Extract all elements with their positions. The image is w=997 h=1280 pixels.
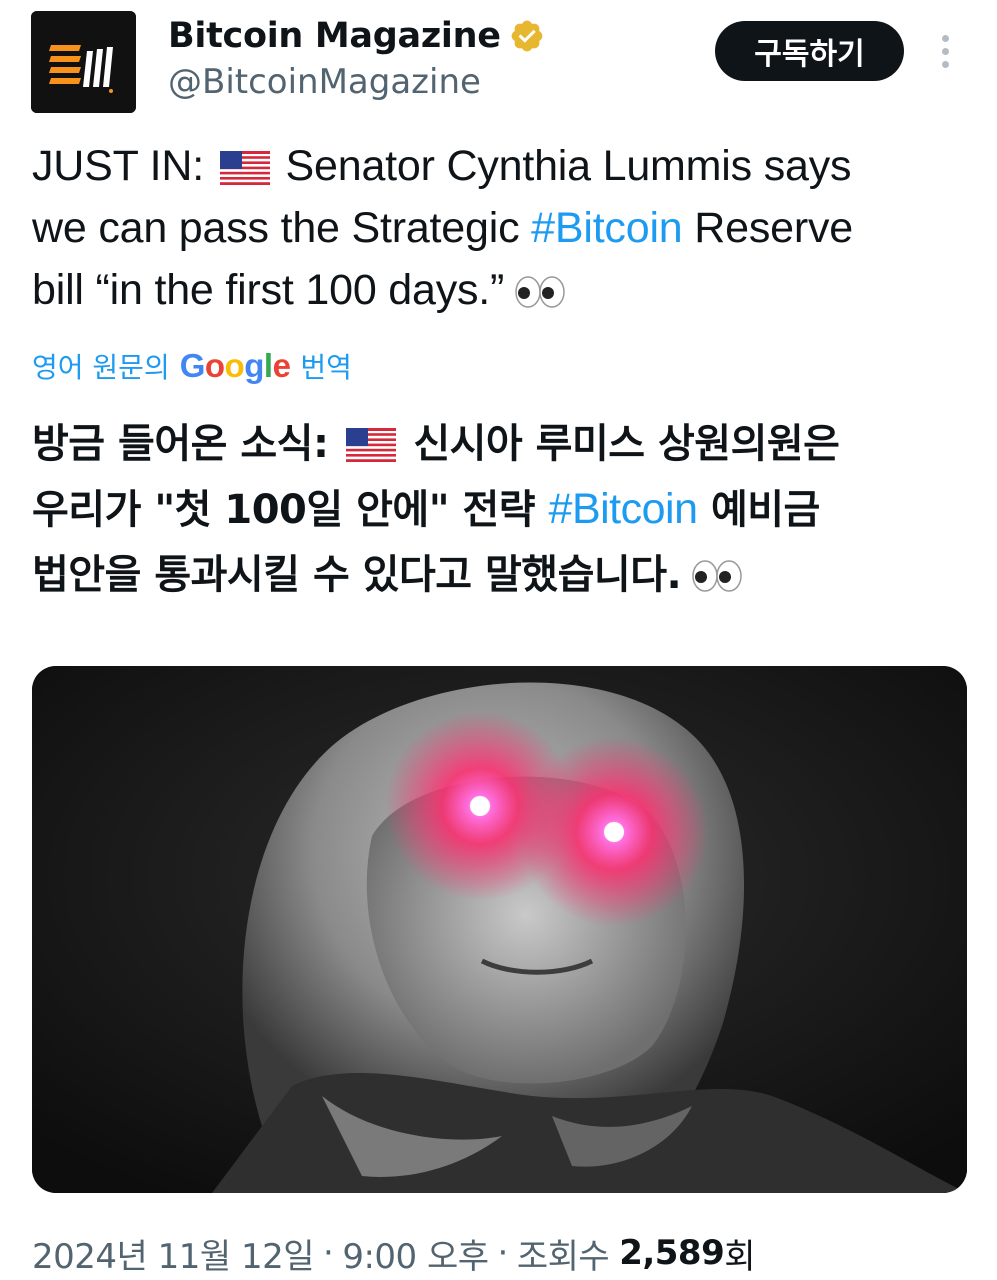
- tweet-line-2-suffix: Reserve: [694, 204, 853, 252]
- translate-suffix: 번역: [300, 351, 352, 384]
- google-logo: Google: [179, 347, 291, 384]
- tweet-text: JUST IN: Senator Cynthia Lummis says we …: [32, 135, 977, 321]
- views-count[interactable]: 2,589: [619, 1233, 725, 1273]
- translation-line-3-text: 법안을 통과시킬 수 있다고 말했습니다.: [32, 552, 682, 598]
- bitcoin-magazine-logo-icon: [31, 11, 136, 113]
- tweet-line-3-text: bill “in the first 100 days.”: [32, 266, 505, 314]
- translated-text: 방금 들어온 소식: 신시아 루미스 상원의원은 우리가 "첫 100일 안에"…: [32, 412, 977, 608]
- verified-badge-icon: [511, 20, 543, 52]
- tweet-line-2: we can pass the Strategic #Bitcoin Reser…: [32, 197, 977, 259]
- us-flag-icon: [345, 428, 396, 462]
- translate-prefix: 영어 원문의: [32, 351, 170, 384]
- views-unit: 회: [724, 1236, 756, 1277]
- meta-separator: ·: [497, 1233, 509, 1273]
- tweet-time[interactable]: 9:00 오후: [342, 1229, 489, 1278]
- translation-line-3: 법안을 통과시킬 수 있다고 말했습니다.: [32, 543, 977, 608]
- translation-line-1-suffix: 신시아 루미스 상원의원은: [413, 421, 840, 467]
- subscribe-button[interactable]: 구독하기: [715, 21, 904, 81]
- tweet-meta-row: 2024년 11월 12일 · 9:00 오후 · 조회수 2,589 회: [32, 1228, 756, 1278]
- tweet-media-photo[interactable]: [32, 666, 967, 1193]
- translation-line-1: 방금 들어온 소식: 신시아 루미스 상원의원은: [32, 412, 977, 477]
- translation-line-2-suffix: 예비금: [710, 487, 820, 533]
- translation-line-2: 우리가 "첫 100일 안에" 전략 #Bitcoin 예비금: [32, 477, 977, 543]
- eyes-icon: [515, 276, 565, 308]
- translate-link[interactable]: 영어 원문의 Google 번역: [32, 344, 352, 388]
- handle[interactable]: @BitcoinMagazine: [168, 62, 481, 102]
- tweet-line-3: bill “in the first 100 days.”: [32, 259, 977, 321]
- translation-line-1-prefix: 방금 들어온 소식:: [32, 421, 329, 467]
- eyes-icon: [692, 560, 742, 592]
- meta-separator: ·: [323, 1233, 334, 1273]
- tweet-line-1-suffix: Senator Cynthia Lummis says: [285, 142, 852, 190]
- us-flag-icon: [219, 151, 270, 185]
- display-name[interactable]: Bitcoin Magazine: [168, 16, 501, 56]
- translation-line-2-prefix: 우리가 "첫 100일 안에" 전략: [32, 487, 536, 533]
- hashtag-bitcoin-link[interactable]: #Bitcoin: [531, 204, 683, 252]
- more-vertical-icon[interactable]: [933, 30, 957, 74]
- hashtag-bitcoin-link[interactable]: #Bitcoin: [549, 485, 698, 533]
- photo-senator-laser-eyes-icon: [32, 666, 967, 1193]
- tweet-line-1-prefix: JUST IN:: [32, 142, 205, 190]
- tweet-date[interactable]: 2024년 11월 12일: [32, 1229, 315, 1278]
- views-label: 조회수: [516, 1236, 610, 1277]
- name-row: Bitcoin Magazine: [168, 14, 545, 58]
- tweet-header: Bitcoin Magazine @BitcoinMagazine 구독하기: [0, 0, 997, 120]
- tweet-line-1: JUST IN: Senator Cynthia Lummis says: [32, 135, 977, 197]
- tweet-line-2-prefix: we can pass the Strategic: [32, 204, 520, 252]
- avatar[interactable]: [31, 11, 136, 113]
